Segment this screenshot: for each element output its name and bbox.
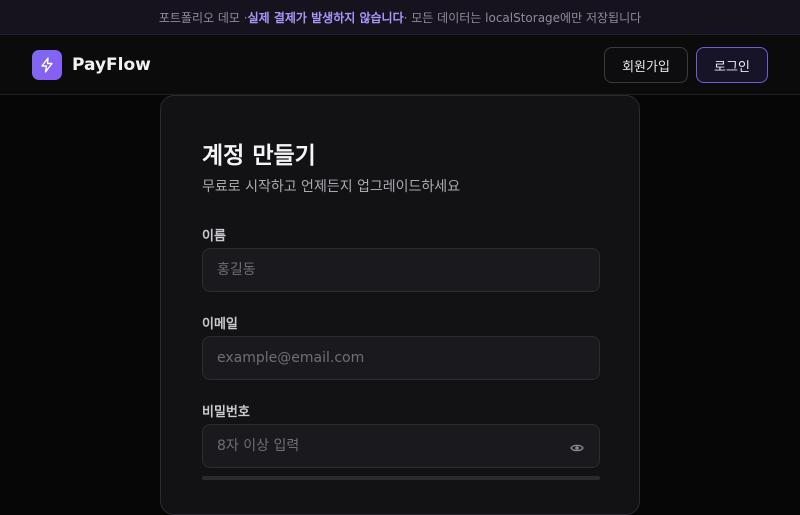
banner-prefix: 포트폴리오 데모 · xyxy=(158,10,248,25)
signup-card: 계정 만들기 무료로 시작하고 언제든지 업그레이드하세요 이름 이메일 비밀번… xyxy=(160,95,640,515)
banner-suffix: · 모든 데이터는 localStorage에만 저장됩니다 xyxy=(403,10,642,25)
demo-banner: 포트폴리오 데모 · 실제 결제가 발생하지 않습니다 · 모든 데이터는 lo… xyxy=(0,0,800,35)
brand-name[interactable]: PayFlow xyxy=(72,55,151,75)
name-input[interactable] xyxy=(202,248,600,292)
lightning-bolt-icon[interactable] xyxy=(32,50,62,80)
email-label: 이메일 xyxy=(202,317,238,332)
eye-icon[interactable] xyxy=(569,440,585,456)
top-header: PayFlow 회원가입 로그인 xyxy=(0,35,800,95)
login-button[interactable]: 로그인 xyxy=(696,47,768,83)
banner-highlight: 실제 결제가 발생하지 않습니다 xyxy=(247,10,404,25)
name-label: 이름 xyxy=(202,229,226,244)
page-subtitle: 무료로 시작하고 언제든지 업그레이드하세요 xyxy=(202,179,461,195)
password-label: 비밀번호 xyxy=(202,405,250,420)
page-title: 계정 만들기 xyxy=(202,143,316,169)
email-input[interactable] xyxy=(202,336,600,380)
signup-button[interactable]: 회원가입 xyxy=(604,47,688,83)
password-input[interactable] xyxy=(202,424,600,468)
password-strength-bar xyxy=(202,476,600,480)
